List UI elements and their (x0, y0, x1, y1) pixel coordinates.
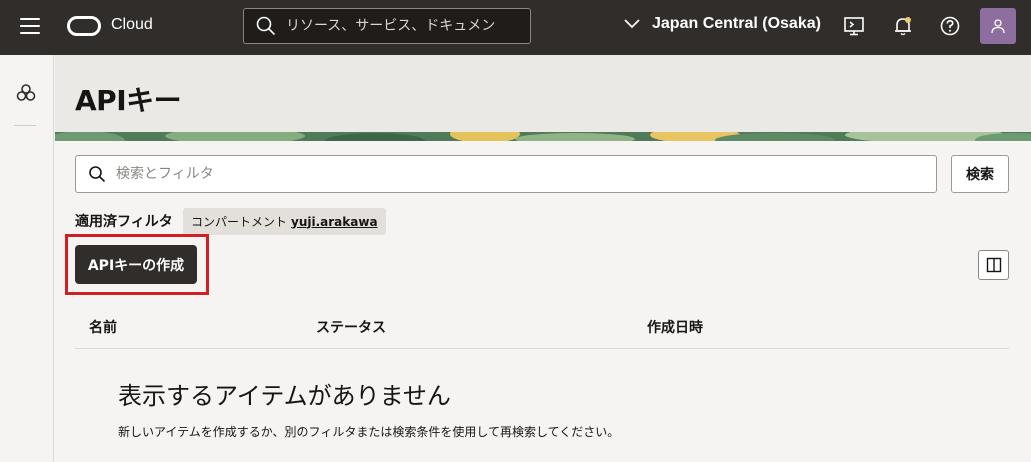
page-title: APIキー (75, 84, 182, 117)
left-rail (0, 55, 54, 462)
resource-groups-icon[interactable] (15, 82, 37, 104)
brand-name[interactable]: Cloud (111, 16, 153, 34)
page-header: APIキー (55, 55, 1031, 135)
region-selector[interactable]: Japan Central (Osaka) (624, 15, 821, 33)
chevron-down-icon (624, 19, 640, 29)
global-search-input[interactable] (286, 18, 526, 34)
search-icon (256, 16, 276, 36)
column-header-status[interactable]: ステータス (316, 317, 386, 337)
compartment-filter-chip[interactable]: コンパートメント yuji.arakawa (183, 208, 386, 235)
search-filter-field[interactable] (75, 155, 937, 193)
region-label: Japan Central (Osaka) (652, 15, 821, 32)
oracle-logo-icon[interactable] (67, 16, 101, 36)
global-search-field[interactable] (243, 8, 531, 44)
user-avatar[interactable] (980, 8, 1016, 44)
rail-divider (14, 125, 36, 126)
menu-icon[interactable] (20, 18, 40, 34)
empty-state-description: 新しいアイテムを作成するか、別のフィルタまたは検索条件を使用して再検索してくださ… (118, 425, 620, 439)
chip-label: コンパートメント (191, 215, 288, 229)
columns-icon (986, 257, 1001, 273)
search-button[interactable]: 検索 (951, 155, 1009, 193)
decorative-banner (55, 132, 1031, 141)
top-navigation-bar: Cloud Japan Central (Osaka) (0, 0, 1031, 55)
user-icon (991, 19, 1005, 34)
main-content: 検索 適用済フィルタ コンパートメント yuji.arakawa APIキーの作… (55, 141, 1031, 462)
search-filter-input[interactable] (116, 166, 916, 182)
column-header-created[interactable]: 作成日時 (647, 317, 703, 337)
empty-state-title: 表示するアイテムがありません (118, 382, 451, 410)
cloud-shell-icon[interactable] (842, 14, 866, 38)
notification-bell-icon[interactable] (891, 14, 915, 38)
search-icon (89, 166, 106, 183)
column-header-name[interactable]: 名前 (89, 317, 117, 337)
applied-filters-label: 適用済フィルタ (75, 214, 173, 230)
chip-value-link[interactable]: yuji.arakawa (291, 215, 378, 229)
create-api-key-button[interactable]: APIキーの作成 (75, 245, 197, 284)
column-settings-button[interactable] (978, 250, 1009, 280)
table-header: 名前 ステータス 作成日時 (75, 307, 1009, 349)
help-icon[interactable] (938, 14, 962, 38)
